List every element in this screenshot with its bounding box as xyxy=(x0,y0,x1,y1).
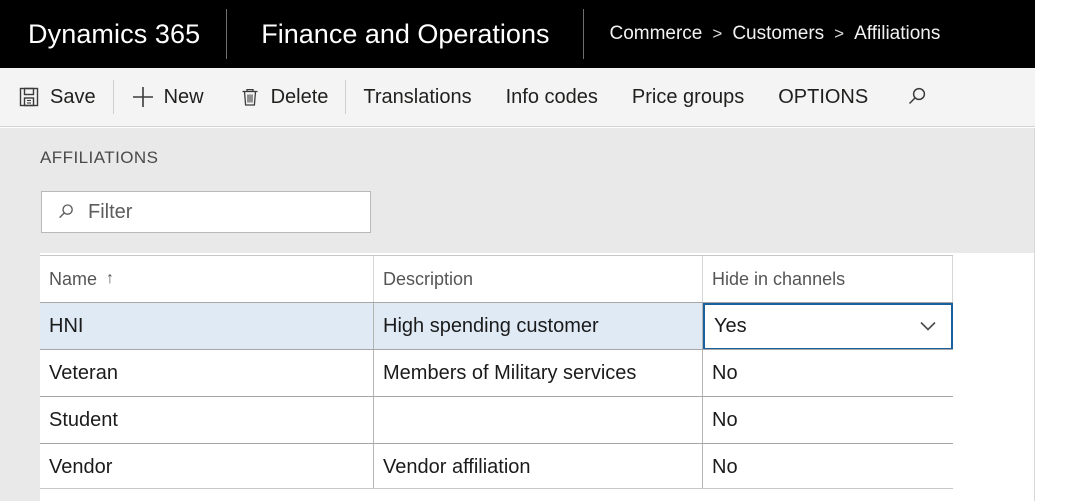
delete-label: Delete xyxy=(270,85,329,108)
hide-in-channels-value: Yes xyxy=(714,314,747,337)
cell-name[interactable]: Student xyxy=(40,397,374,443)
breadcrumb-item-customers[interactable]: Customers xyxy=(732,23,824,45)
new-label: New xyxy=(163,85,204,108)
price-groups-label: Price groups xyxy=(631,85,745,108)
cell-name[interactable]: Vendor xyxy=(40,444,374,490)
toolbar-search-button[interactable] xyxy=(885,68,958,127)
module-title[interactable]: Finance and Operations xyxy=(227,0,583,68)
column-header-name[interactable]: Name ↑ xyxy=(40,256,374,302)
breadcrumb-item-affiliations[interactable]: Affiliations xyxy=(854,23,940,45)
table-row[interactable]: Vendor Vendor affiliation No xyxy=(40,444,953,491)
search-icon xyxy=(905,85,929,109)
grid-footer xyxy=(40,488,953,501)
product-brand[interactable]: Dynamics 365 xyxy=(0,0,226,68)
command-bar: Save New Delete Translations Info codes … xyxy=(0,68,1035,127)
cell-hide-in-channels[interactable]: No xyxy=(703,444,953,490)
delete-button[interactable]: Delete xyxy=(221,68,346,127)
info-codes-label: Info codes xyxy=(505,85,598,108)
cell-name[interactable]: HNI xyxy=(40,303,374,349)
save-label: Save xyxy=(50,85,96,108)
column-header-hide-in-channels-label: Hide in channels xyxy=(712,268,846,289)
new-button[interactable]: New xyxy=(114,68,221,127)
table-row[interactable]: HNI High spending customer Yes xyxy=(40,303,953,350)
price-groups-button[interactable]: Price groups xyxy=(615,68,761,127)
breadcrumb-separator-icon: > xyxy=(834,24,845,43)
save-button[interactable]: Save xyxy=(0,68,113,127)
top-navigation-bar: Dynamics 365 Finance and Operations Comm… xyxy=(0,0,1035,68)
filter-input[interactable]: Filter xyxy=(41,191,371,233)
column-header-description-label: Description xyxy=(383,268,474,289)
breadcrumb: Commerce > Customers > Affiliations xyxy=(584,0,940,68)
translations-button[interactable]: Translations xyxy=(346,68,488,127)
table-row[interactable]: Veteran Members of Military services No xyxy=(40,350,953,397)
column-header-name-label: Name xyxy=(49,268,98,289)
options-button[interactable]: OPTIONS xyxy=(761,68,885,127)
plus-icon xyxy=(131,85,155,109)
cell-hide-in-channels[interactable]: No xyxy=(703,350,953,396)
cell-description[interactable]: Members of Military services xyxy=(374,350,703,396)
chevron-down-icon[interactable] xyxy=(917,315,939,337)
sort-ascending-icon: ↑ xyxy=(106,270,115,287)
page-title: AFFILIATIONS xyxy=(40,148,159,167)
page-left-gutter xyxy=(0,253,40,501)
cell-name[interactable]: Veteran xyxy=(40,350,374,396)
cell-hide-in-channels[interactable]: Yes xyxy=(703,303,953,349)
trash-icon xyxy=(238,85,262,109)
cell-description[interactable]: High spending customer xyxy=(374,303,703,349)
hide-in-channels-dropdown[interactable]: Yes xyxy=(703,303,953,349)
save-icon xyxy=(17,85,41,109)
affiliations-grid: Name ↑ Description Hide in channels HNI … xyxy=(40,255,953,491)
filter-placeholder: Filter xyxy=(88,200,133,223)
grid-header-row: Name ↑ Description Hide in channels xyxy=(40,256,953,303)
column-header-hide-in-channels[interactable]: Hide in channels xyxy=(703,256,953,302)
search-icon xyxy=(56,202,76,222)
application-window: Dynamics 365 Finance and Operations Comm… xyxy=(0,0,1066,501)
info-codes-button[interactable]: Info codes xyxy=(489,68,615,127)
breadcrumb-item-commerce[interactable]: Commerce xyxy=(609,23,702,45)
table-row[interactable]: Student No xyxy=(40,397,953,444)
cell-description[interactable]: Vendor affiliation xyxy=(374,444,703,490)
translations-label: Translations xyxy=(363,85,472,108)
cell-description[interactable] xyxy=(374,397,703,443)
page-body: AFFILIATIONS Filter Name ↑ Description H… xyxy=(0,128,1035,501)
cell-hide-in-channels[interactable]: No xyxy=(703,397,953,443)
options-label: OPTIONS xyxy=(778,85,869,108)
column-header-description[interactable]: Description xyxy=(374,256,703,302)
breadcrumb-separator-icon: > xyxy=(712,24,723,43)
